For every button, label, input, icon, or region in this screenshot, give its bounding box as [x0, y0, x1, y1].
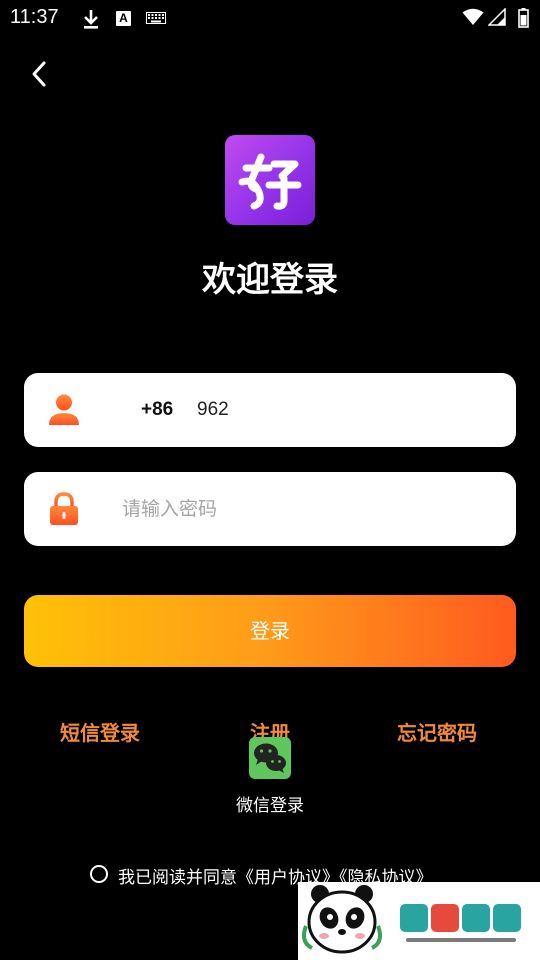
status-bar: 11:37 A — [0, 0, 540, 36]
wifi-icon — [462, 8, 484, 25]
signal-icon — [488, 8, 506, 26]
wechat-login-button[interactable] — [249, 737, 291, 779]
lock-icon — [50, 492, 78, 525]
phone-input[interactable] — [197, 391, 497, 429]
agreement-checkbox[interactable] — [90, 865, 108, 883]
chevron-left-icon — [32, 61, 46, 87]
password-field[interactable] — [24, 472, 516, 546]
watermark-logo — [298, 882, 540, 960]
back-button[interactable] — [24, 56, 60, 92]
app-logo-glyph — [238, 153, 302, 210]
country-code[interactable]: +86 — [141, 399, 173, 421]
app-logo — [225, 135, 315, 225]
wechat-login-label: 微信登录 — [236, 796, 304, 816]
status-time: 11:37 — [10, 6, 59, 28]
phone-field[interactable]: +86 — [24, 373, 516, 447]
wechat-icon — [254, 743, 286, 773]
keyboard-icon — [146, 12, 166, 24]
download-icon — [84, 10, 98, 29]
password-input[interactable] — [122, 490, 492, 528]
sms-login-link[interactable]: 短信登录 — [60, 717, 140, 746]
battery-icon — [518, 8, 529, 28]
font-a-icon: A — [116, 11, 131, 26]
panda-logo-icon — [302, 885, 521, 954]
user-icon — [49, 394, 79, 425]
page-title: 欢迎登录 — [202, 260, 338, 300]
forgot-password-link[interactable]: 忘记密码 — [397, 717, 477, 746]
login-button[interactable]: 登录 — [24, 595, 516, 667]
